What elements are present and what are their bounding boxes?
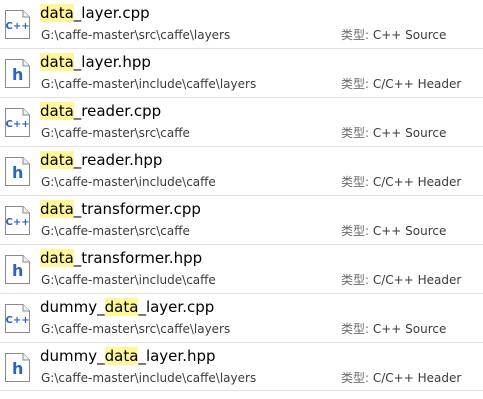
file-name: data_reader.cpp [40,102,162,120]
file-path: G:\caffe-master\src\caffe [41,224,190,238]
type-label: 类型: [341,273,370,287]
match-highlight: data [40,200,74,218]
svg-text:C++: C++ [6,315,30,326]
type-label: 类型: [341,77,370,91]
file-path: G:\caffe-master\src\caffe\layers [41,28,231,42]
type-label: 类型: [341,28,370,42]
svg-text:C++: C++ [6,119,30,130]
search-result-item[interactable]: h data_layer.hpp G:\caffe-master\include… [0,49,483,98]
file-path: G:\caffe-master\include\caffe\layers [41,77,257,91]
match-highlight: data [40,53,74,71]
header-file-icon: h [4,352,31,383]
cpp-file-icon: C++ [4,9,31,40]
type-label: 类型: [341,322,370,336]
type-label: 类型: [341,126,370,140]
file-name: data_reader.hpp [40,151,163,169]
file-type: 类型: C++ Source [341,28,447,42]
search-result-item[interactable]: C++ dummy_data_layer.cpp G:\caffe-master… [0,294,483,343]
match-highlight: data [40,249,74,267]
file-type: 类型: C++ Source [341,126,447,140]
match-highlight: data [104,347,139,365]
file-path: G:\caffe-master\include\caffe [41,273,216,287]
file-type: 类型: C/C++ Header [341,175,462,189]
file-type: 类型: C++ Source [341,224,447,238]
search-result-item[interactable]: C++ data_reader.cpp G:\caffe-master\src\… [0,98,483,147]
cpp-file-icon: C++ [4,303,31,334]
match-highlight: data [40,151,74,169]
search-result-item[interactable]: h dummy_data_layer.hpp G:\caffe-master\i… [0,343,483,391]
file-path: G:\caffe-master\src\caffe [41,126,190,140]
cpp-file-icon: C++ [4,107,31,138]
header-file-icon: h [4,58,31,89]
file-name: dummy_data_layer.cpp [40,298,215,316]
match-highlight: data [40,102,74,120]
file-type: 类型: C/C++ Header [341,371,462,385]
svg-text:h: h [12,359,23,378]
svg-text:h: h [12,65,23,84]
header-file-icon: h [4,156,31,187]
svg-text:h: h [12,261,23,280]
file-name: data_transformer.hpp [40,249,203,267]
file-name: data_layer.cpp [40,4,150,22]
file-name: data_transformer.cpp [40,200,201,218]
match-highlight: data [40,4,74,22]
svg-text:h: h [12,163,23,182]
search-result-item[interactable]: C++ data_transformer.cpp G:\caffe-master… [0,196,483,245]
type-label: 类型: [341,175,370,189]
file-name: dummy_data_layer.hpp [40,347,216,365]
file-path: G:\caffe-master\include\caffe [41,175,216,189]
search-results-list: C++ data_layer.cpp G:\caffe-master\src\c… [0,0,483,399]
svg-text:C++: C++ [6,217,30,228]
search-result-item[interactable]: h data_reader.hpp G:\caffe-master\includ… [0,147,483,196]
type-label: 类型: [341,371,370,385]
cpp-file-icon: C++ [4,205,31,236]
file-type: 类型: C/C++ Header [341,77,462,91]
search-result-item[interactable]: h data_transformer.hpp G:\caffe-master\i… [0,245,483,294]
header-file-icon: h [4,254,31,285]
file-type: 类型: C++ Source [341,322,447,336]
file-name: data_layer.hpp [40,53,151,71]
file-type: 类型: C/C++ Header [341,273,462,287]
type-label: 类型: [341,224,370,238]
file-path: G:\caffe-master\src\caffe\layers [41,322,231,336]
svg-text:C++: C++ [6,21,30,32]
match-highlight: data [104,298,139,316]
file-path: G:\caffe-master\include\caffe\layers [41,371,257,385]
search-result-item[interactable]: C++ data_layer.cpp G:\caffe-master\src\c… [0,0,483,49]
